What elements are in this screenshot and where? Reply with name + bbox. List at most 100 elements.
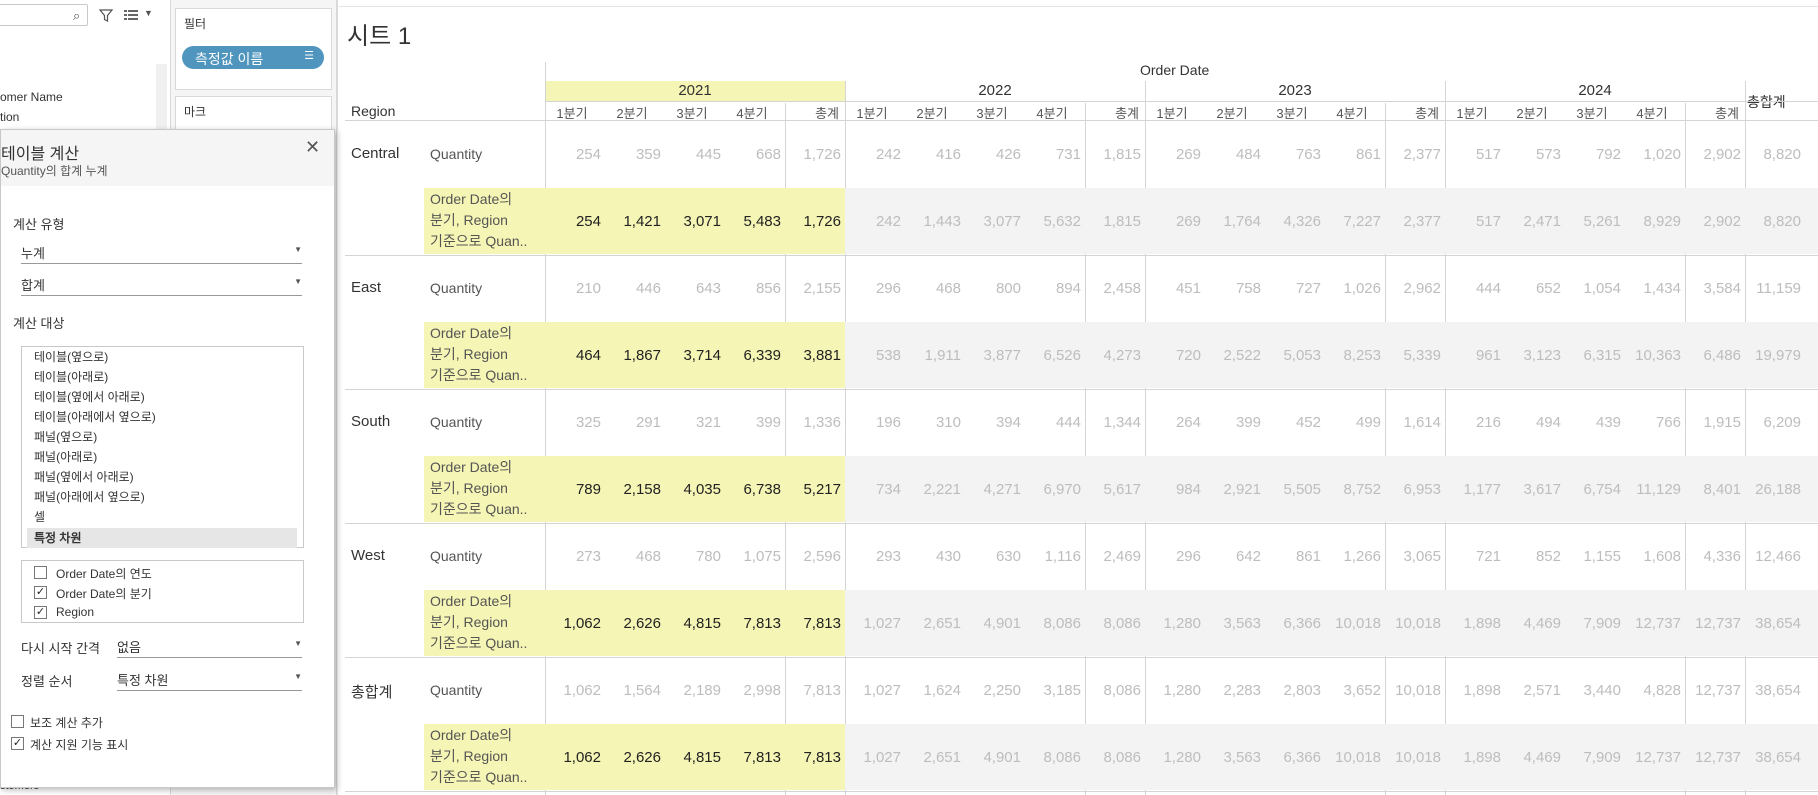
quantity-cell[interactable]: 468 [905, 280, 961, 297]
running-total-cell[interactable]: 789 [545, 481, 601, 498]
quantity-cell[interactable]: 852 [1505, 548, 1561, 565]
running-total-cell[interactable]: 5,483 [725, 213, 781, 230]
running-total-cell[interactable]: 38,654 [1745, 749, 1801, 766]
measure-label-running-total[interactable]: Order Date의 [430, 457, 512, 478]
quantity-cell[interactable]: 426 [965, 146, 1021, 163]
running-total-cell[interactable]: 2,626 [605, 749, 661, 766]
quantity-cell[interactable]: 573 [1505, 146, 1561, 163]
grand-total-header[interactable]: 총합계 [1747, 92, 1786, 112]
quantity-cell[interactable]: 445 [665, 146, 721, 163]
running-total-cell[interactable]: 2,377 [1385, 213, 1441, 230]
running-total-cell[interactable]: 3,617 [1505, 481, 1561, 498]
running-total-cell[interactable]: 10,018 [1385, 615, 1441, 632]
running-total-cell[interactable]: 720 [1145, 347, 1201, 364]
measure-label-running-total[interactable]: 기준으로 Quan.. [430, 231, 527, 252]
running-total-cell[interactable]: 1,027 [845, 615, 901, 632]
quantity-cell[interactable]: 293 [845, 548, 901, 565]
running-total-cell[interactable]: 1,027 [845, 749, 901, 766]
quantity-cell[interactable]: 291 [605, 414, 661, 431]
running-total-cell[interactable]: 8,086 [1025, 749, 1081, 766]
running-total-cell[interactable]: 10,018 [1325, 615, 1381, 632]
quantity-cell[interactable]: 12,466 [1745, 548, 1801, 565]
running-total-cell[interactable]: 7,227 [1325, 213, 1381, 230]
running-total-cell[interactable]: 38,654 [1745, 615, 1801, 632]
running-total-cell[interactable]: 11,129 [1625, 481, 1681, 498]
measure-label-running-total[interactable]: Order Date의 [430, 189, 512, 210]
quantity-cell[interactable]: 416 [905, 146, 961, 163]
quantity-cell[interactable]: 2,155 [785, 280, 841, 297]
quantity-cell[interactable]: 216 [1445, 414, 1501, 431]
measure-label-quantity[interactable]: Quantity [430, 682, 482, 698]
quantity-cell[interactable]: 444 [1445, 280, 1501, 297]
quantity-cell[interactable]: 1,155 [1565, 548, 1621, 565]
quantity-cell[interactable]: 2,803 [1265, 682, 1321, 699]
running-total-cell[interactable]: 6,366 [1265, 615, 1321, 632]
running-total-cell[interactable]: 6,486 [1685, 347, 1741, 364]
running-total-cell[interactable]: 5,339 [1385, 347, 1441, 364]
running-total-cell[interactable]: 1,726 [785, 213, 841, 230]
measure-label-running-total[interactable]: 기준으로 Quan.. [430, 499, 527, 520]
quantity-cell[interactable]: 12,737 [1685, 682, 1741, 699]
running-total-cell[interactable]: 1,280 [1145, 749, 1201, 766]
running-total-cell[interactable]: 10,363 [1625, 347, 1681, 364]
running-total-cell[interactable]: 7,813 [725, 749, 781, 766]
running-total-cell[interactable]: 1,898 [1445, 615, 1501, 632]
quantity-cell[interactable]: 630 [965, 548, 1021, 565]
running-total-cell[interactable]: 8,401 [1685, 481, 1741, 498]
running-total-cell[interactable]: 1,062 [545, 749, 601, 766]
quantity-cell[interactable]: 242 [845, 146, 901, 163]
quantity-cell[interactable]: 10,018 [1385, 682, 1441, 699]
running-total-cell[interactable]: 2,471 [1505, 213, 1561, 230]
running-total-cell[interactable]: 8,820 [1745, 213, 1801, 230]
measure-label-running-total[interactable]: 분기, Region [430, 344, 508, 365]
row-header-region[interactable]: Region [351, 103, 395, 119]
region-label[interactable]: East [351, 279, 381, 296]
running-total-cell[interactable]: 1,280 [1145, 615, 1201, 632]
running-total-cell[interactable]: 2,651 [905, 749, 961, 766]
running-total-cell[interactable]: 7,813 [725, 615, 781, 632]
running-total-cell[interactable]: 10,018 [1385, 749, 1441, 766]
running-total-cell[interactable]: 1,177 [1445, 481, 1501, 498]
running-total-cell[interactable]: 8,253 [1325, 347, 1381, 364]
quantity-cell[interactable]: 444 [1025, 414, 1081, 431]
quantity-cell[interactable]: 800 [965, 280, 1021, 297]
quantity-cell[interactable]: 399 [725, 414, 781, 431]
quantity-cell[interactable]: 642 [1205, 548, 1261, 565]
quantity-cell[interactable]: 1,614 [1385, 414, 1441, 431]
region-label[interactable]: South [351, 413, 390, 430]
running-total-cell[interactable]: 2,221 [905, 481, 961, 498]
measure-label-running-total[interactable]: 기준으로 Quan.. [430, 365, 527, 386]
measure-label-quantity[interactable]: Quantity [430, 414, 482, 430]
running-total-cell[interactable]: 8,929 [1625, 213, 1681, 230]
running-total-cell[interactable]: 6,970 [1025, 481, 1081, 498]
quantity-cell[interactable]: 3,584 [1685, 280, 1741, 297]
measure-label-running-total[interactable]: Order Date의 [430, 323, 512, 344]
quantity-cell[interactable]: 38,654 [1745, 682, 1801, 699]
running-total-cell[interactable]: 984 [1145, 481, 1201, 498]
quantity-cell[interactable]: 763 [1265, 146, 1321, 163]
quantity-cell[interactable]: 2,902 [1685, 146, 1741, 163]
quantity-cell[interactable]: 1,062 [545, 682, 601, 699]
running-total-cell[interactable]: 8,086 [1025, 615, 1081, 632]
running-total-cell[interactable]: 1,911 [905, 347, 961, 364]
running-total-cell[interactable]: 242 [845, 213, 901, 230]
quantity-cell[interactable]: 758 [1205, 280, 1261, 297]
quantity-cell[interactable]: 451 [1145, 280, 1201, 297]
running-total-cell[interactable]: 2,626 [605, 615, 661, 632]
running-total-cell[interactable]: 2,921 [1205, 481, 1261, 498]
quantity-cell[interactable]: 446 [605, 280, 661, 297]
quantity-cell[interactable]: 273 [545, 548, 601, 565]
quantity-cell[interactable]: 1,075 [725, 548, 781, 565]
quantity-cell[interactable]: 2,571 [1505, 682, 1561, 699]
quantity-cell[interactable]: 727 [1265, 280, 1321, 297]
quantity-cell[interactable]: 643 [665, 280, 721, 297]
running-total-cell[interactable]: 3,123 [1505, 347, 1561, 364]
running-total-cell[interactable]: 4,273 [1085, 347, 1141, 364]
quantity-cell[interactable]: 468 [605, 548, 661, 565]
quantity-cell[interactable]: 1,280 [1145, 682, 1201, 699]
running-total-cell[interactable]: 3,563 [1205, 615, 1261, 632]
running-total-cell[interactable]: 1,062 [545, 615, 601, 632]
quantity-cell[interactable]: 254 [545, 146, 601, 163]
quantity-cell[interactable]: 1,915 [1685, 414, 1741, 431]
quantity-cell[interactable]: 484 [1205, 146, 1261, 163]
